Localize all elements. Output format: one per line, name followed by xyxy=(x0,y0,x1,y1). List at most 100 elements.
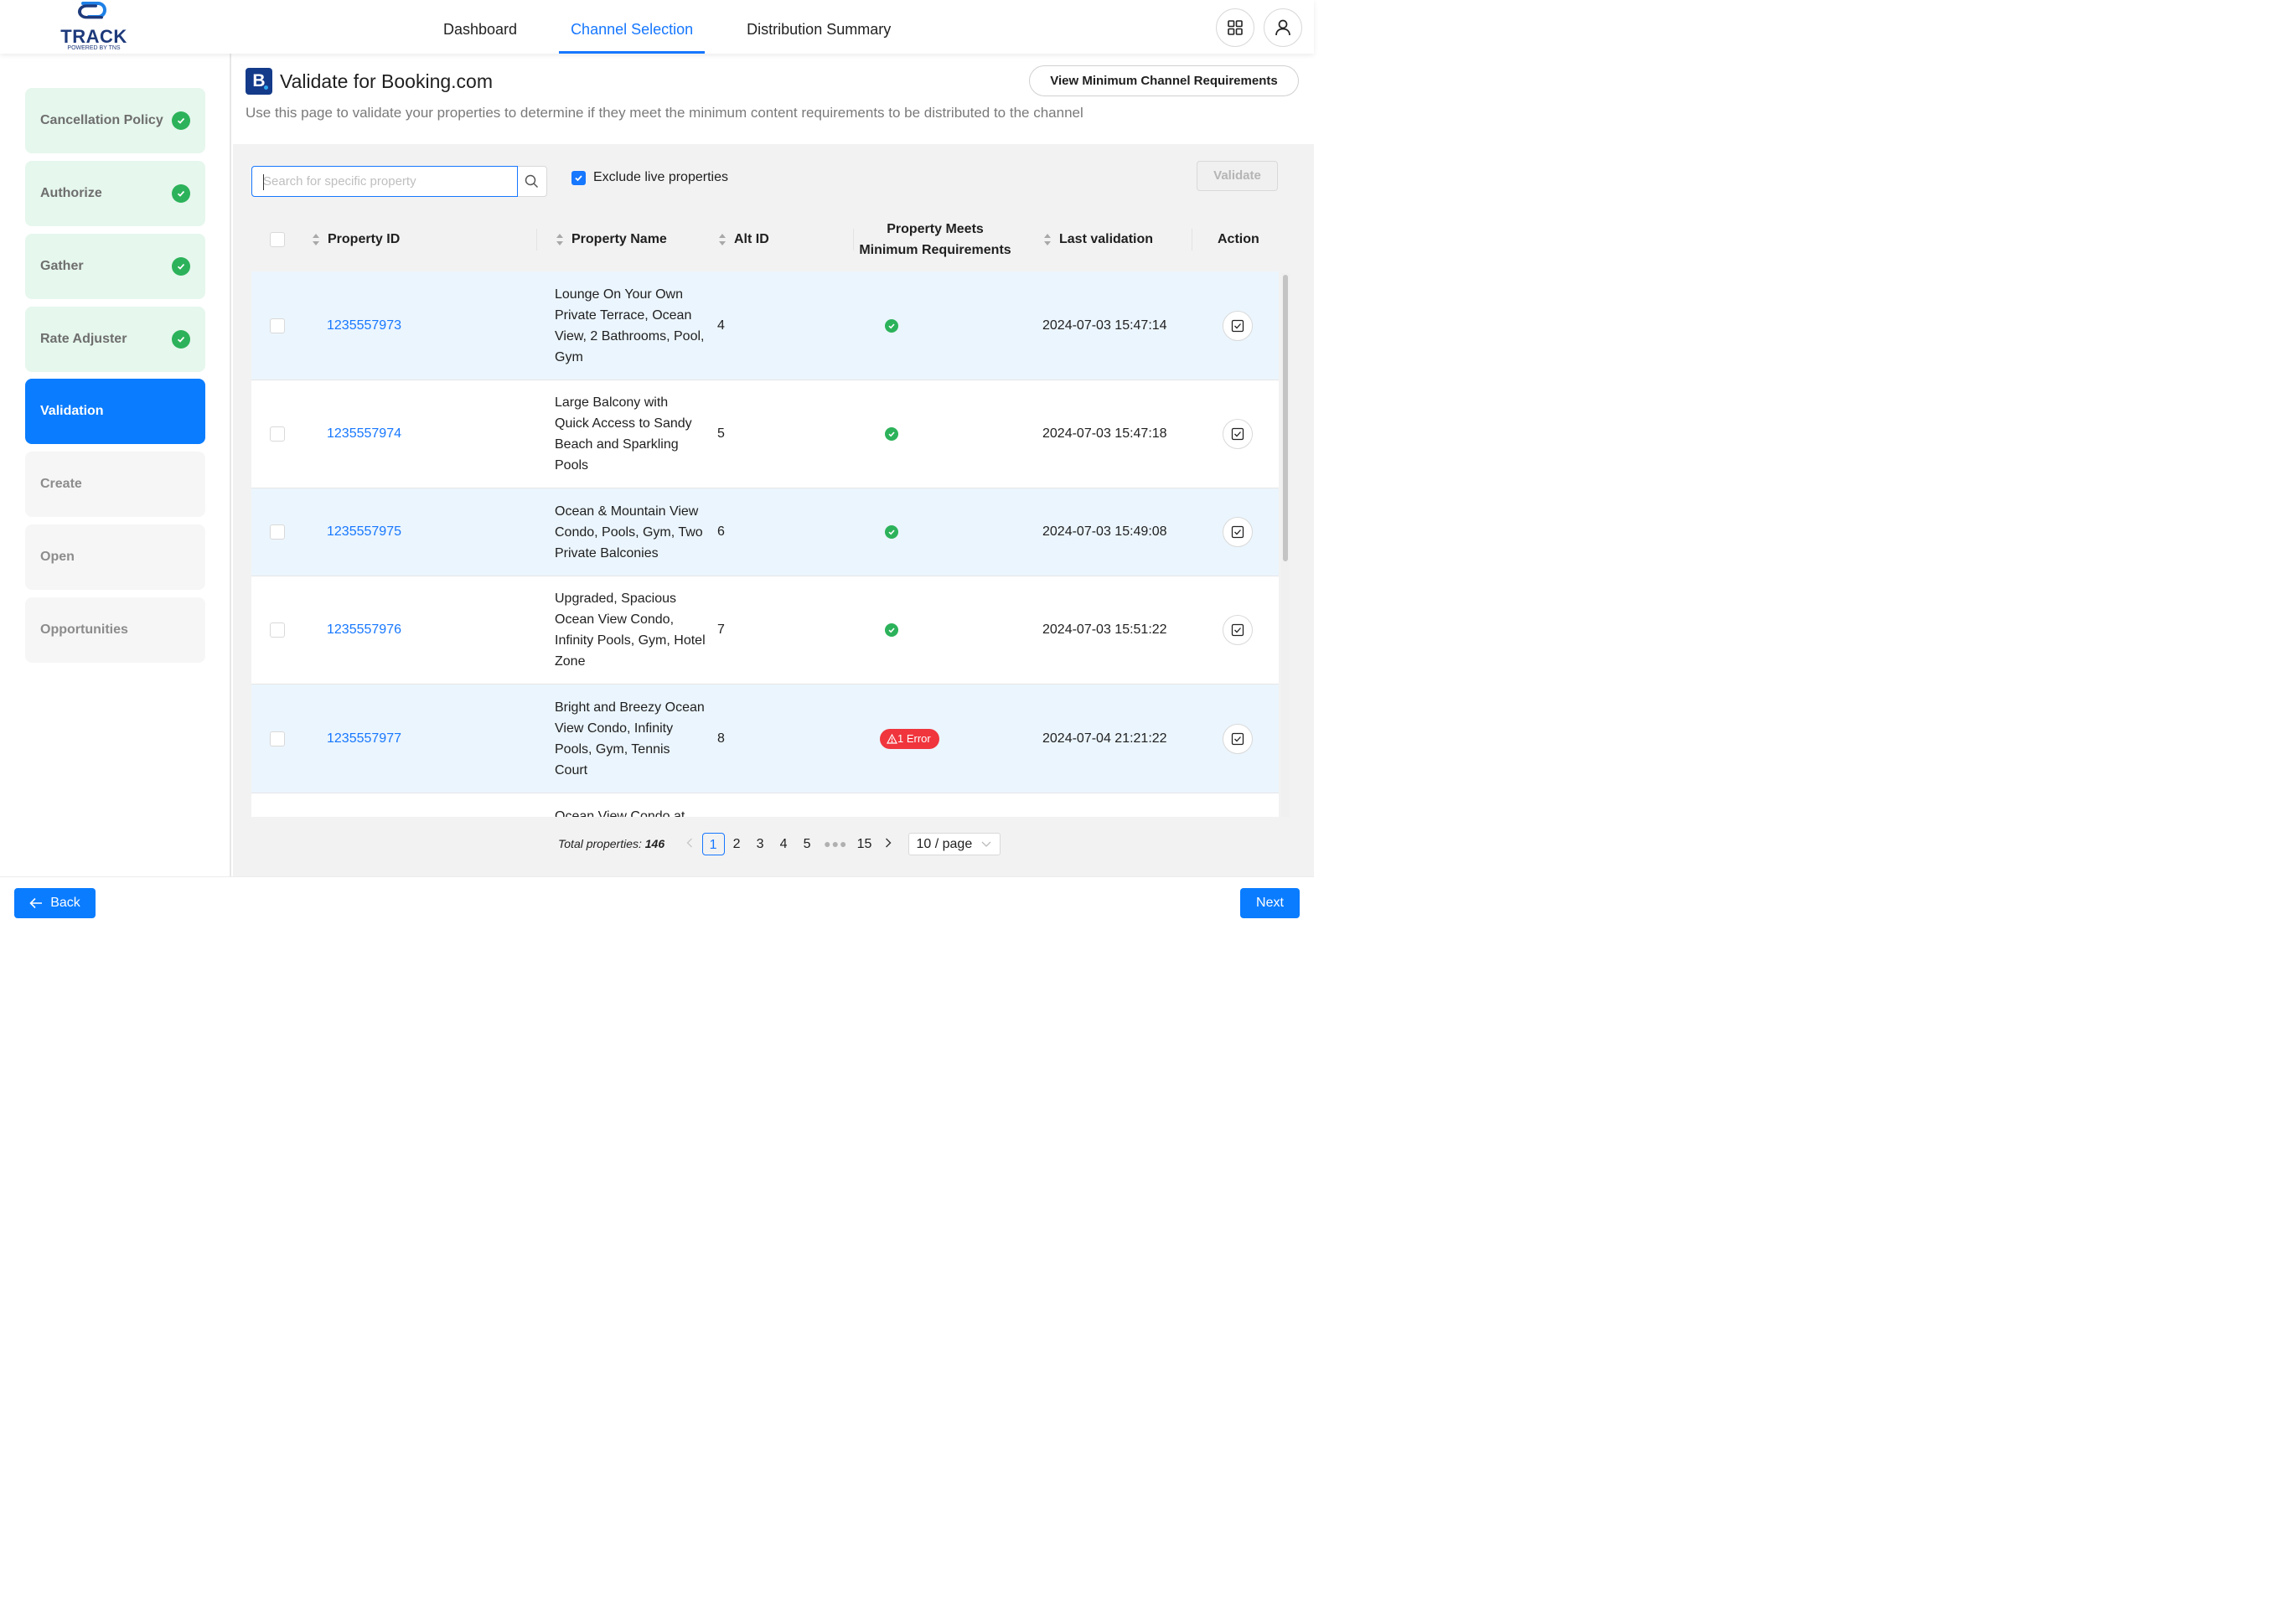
view-requirements-button[interactable]: View Minimum Channel Requirements xyxy=(1029,65,1299,96)
page-1[interactable]: 1 xyxy=(701,832,725,855)
alt-id: 5 xyxy=(717,426,725,441)
error-count: 1 Error xyxy=(897,732,931,745)
track-logo[interactable]: TRACK POWERED BY TNS xyxy=(59,0,129,54)
header-alt-id[interactable]: Alt ID xyxy=(718,208,769,271)
table-row[interactable]: Ocean View Condo at xyxy=(251,793,1279,817)
chevron-down-icon xyxy=(981,841,990,847)
property-id-link[interactable]: 1235557976 xyxy=(327,576,401,684)
page-size-value: 10 / page xyxy=(916,836,973,851)
warning-icon xyxy=(887,733,897,744)
table-scrollbar[interactable] xyxy=(1281,273,1290,817)
page-2[interactable]: 2 xyxy=(726,833,748,855)
step-cancellation-policy[interactable]: Cancellation Policy xyxy=(25,88,205,153)
check-circle-icon xyxy=(885,427,898,441)
last-validation: 2024-07-03 15:51:22 xyxy=(1042,622,1167,637)
property-id-link[interactable]: 1235557973 xyxy=(327,271,401,380)
sort-icon xyxy=(556,234,563,245)
step-authorize[interactable]: Authorize xyxy=(25,161,205,226)
row-checkbox[interactable] xyxy=(270,622,285,638)
page-size-select[interactable]: 10 / page xyxy=(908,832,1001,855)
property-name: Ocean View Condo at xyxy=(555,809,685,817)
page-5[interactable]: 5 xyxy=(796,833,819,855)
checkbox-check-icon xyxy=(1231,319,1244,332)
scrollbar-thumb[interactable] xyxy=(1283,275,1288,561)
tab-channel-selection[interactable]: Channel Selection xyxy=(559,0,706,54)
header-property-name[interactable]: Property Name xyxy=(556,208,667,271)
table-row[interactable]: 1235557974 Large Balcony with Quick Acce… xyxy=(251,380,1279,488)
row-checkbox[interactable] xyxy=(270,426,285,442)
main-nav: Dashboard Channel Selection Distribution… xyxy=(432,0,933,54)
exclude-live-toggle[interactable]: Exclude live properties xyxy=(571,168,728,187)
header-last-validation[interactable]: Last validation xyxy=(1043,208,1153,271)
sort-icon xyxy=(719,234,726,245)
exclude-live-checkbox[interactable] xyxy=(571,170,586,185)
property-id-link[interactable]: 1235557975 xyxy=(327,488,401,576)
table-row[interactable]: 1235557976 Upgraded, Spacious Ocean View… xyxy=(251,576,1279,684)
next-page-button[interactable] xyxy=(877,833,899,855)
step-label: Authorize xyxy=(40,186,102,200)
property-name: Large Balcony with Quick Access to Sandy… xyxy=(555,395,692,473)
table-row[interactable]: 1235557975 Ocean & Mountain View Condo, … xyxy=(251,488,1279,576)
header-label: Alt ID xyxy=(734,232,769,246)
step-label: Validation xyxy=(40,404,104,418)
logo-subtext: POWERED BY TNS xyxy=(67,45,121,51)
tab-distribution-summary[interactable]: Distribution Summary xyxy=(735,0,902,54)
property-name: Lounge On Your Own Private Terrace, Ocea… xyxy=(555,287,705,364)
table-row[interactable]: 1235557973 Lounge On Your Own Private Te… xyxy=(251,271,1279,380)
property-id-link[interactable]: 1235557974 xyxy=(327,380,401,488)
header-action: Action xyxy=(1218,208,1259,271)
header-label: Property Name xyxy=(571,232,667,246)
next-button[interactable]: Next xyxy=(1240,888,1300,918)
user-button[interactable] xyxy=(1264,8,1302,47)
validate-row-button[interactable] xyxy=(1223,517,1253,547)
exclude-live-label: Exclude live properties xyxy=(593,170,728,184)
step-open[interactable]: Open xyxy=(25,524,205,590)
apps-button[interactable] xyxy=(1216,8,1254,47)
search-input[interactable]: Search for specific property xyxy=(251,166,518,197)
validate-button[interactable]: Validate xyxy=(1197,161,1278,191)
header-property-id[interactable]: Property ID xyxy=(312,208,400,271)
page-last[interactable]: 15 xyxy=(853,833,876,855)
property-id-link[interactable]: 1235557977 xyxy=(327,684,401,793)
prev-page-button[interactable] xyxy=(679,833,701,855)
error-badge[interactable]: 1 Error xyxy=(880,728,939,749)
step-validation[interactable]: Validation xyxy=(25,379,205,444)
last-validation: 2024-07-03 15:47:14 xyxy=(1042,318,1167,333)
search-box: Search for specific property xyxy=(251,166,547,197)
booking-logo: B xyxy=(246,68,272,95)
row-checkbox[interactable] xyxy=(270,524,285,540)
step-rate-adjuster[interactable]: Rate Adjuster xyxy=(25,307,205,372)
row-checkbox[interactable] xyxy=(270,731,285,746)
validate-row-button[interactable] xyxy=(1223,419,1253,449)
step-label: Gather xyxy=(40,259,84,273)
check-circle-icon xyxy=(172,184,190,203)
table-header: Property ID Property Name Alt ID Propert… xyxy=(251,208,1297,271)
select-all-checkbox[interactable] xyxy=(270,232,285,247)
page-4[interactable]: 4 xyxy=(773,833,795,855)
page-title: Validate for Booking.com xyxy=(280,70,493,92)
table-row[interactable]: 1235557977 Bright and Breezy Ocean View … xyxy=(251,684,1279,793)
search-button[interactable] xyxy=(517,167,546,196)
page-3[interactable]: 3 xyxy=(749,833,772,855)
step-create[interactable]: Create xyxy=(25,452,205,517)
validate-row-button[interactable] xyxy=(1223,615,1253,645)
check-circle-icon xyxy=(885,525,898,539)
validate-row-button[interactable] xyxy=(1223,310,1253,341)
checkbox-check-icon xyxy=(1231,623,1244,637)
last-validation: 2024-07-03 15:47:18 xyxy=(1042,426,1167,441)
check-circle-icon xyxy=(172,111,190,130)
validate-row-button[interactable] xyxy=(1223,723,1253,754)
checkbox-check-icon xyxy=(1231,525,1244,539)
alt-id: 8 xyxy=(717,731,725,746)
header-label: Action xyxy=(1218,232,1259,246)
last-validation: 2024-07-04 21:21:22 xyxy=(1042,731,1167,746)
more-pages-icon[interactable]: ●●● xyxy=(824,837,847,850)
step-gather[interactable]: Gather xyxy=(25,234,205,299)
checkbox-check-icon xyxy=(1231,427,1244,441)
back-button[interactable]: Back xyxy=(14,888,96,918)
step-opportunities[interactable]: Opportunities xyxy=(25,597,205,663)
sort-icon xyxy=(1044,234,1051,245)
arrow-left-icon xyxy=(29,897,43,909)
tab-dashboard[interactable]: Dashboard xyxy=(432,0,529,54)
row-checkbox[interactable] xyxy=(270,318,285,333)
